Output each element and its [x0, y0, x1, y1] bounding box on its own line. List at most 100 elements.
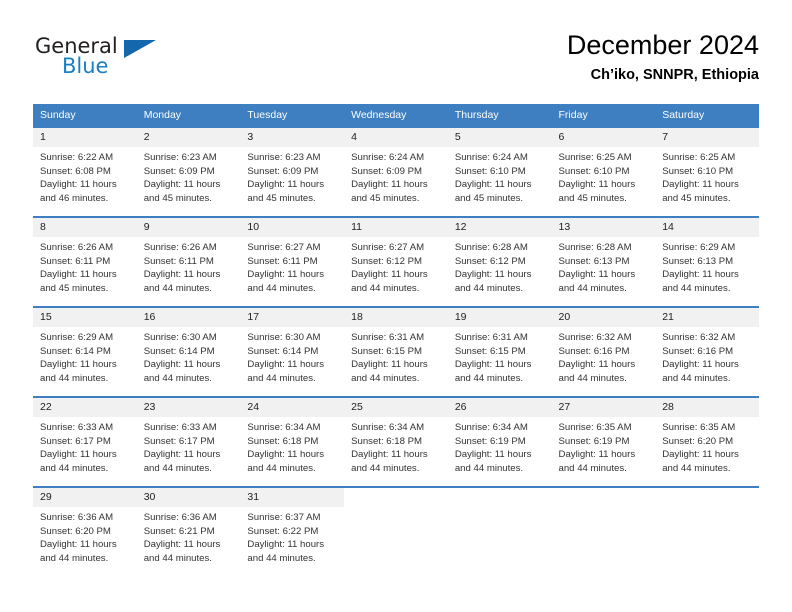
day-details: Sunrise: 6:23 AM Sunset: 6:09 PM Dayligh… — [240, 147, 344, 205]
daylight-text-line1: Daylight: 11 hours — [40, 539, 117, 551]
day-cell[interactable]: 28 Sunrise: 6:35 AM Sunset: 6:20 PM Dayl… — [655, 396, 759, 487]
day-cell[interactable]: 13 Sunrise: 6:28 AM Sunset: 6:13 PM Dayl… — [551, 216, 656, 307]
day-cell[interactable]: 22 Sunrise: 6:33 AM Sunset: 6:17 PM Dayl… — [33, 396, 137, 487]
day-details: Sunrise: 6:29 AM Sunset: 6:13 PM Dayligh… — [655, 237, 759, 295]
sunrise-text: Sunrise: 6:23 AM — [143, 152, 217, 163]
day-cell[interactable]: 1 Sunrise: 6:22 AM Sunset: 6:08 PM Dayli… — [33, 126, 137, 217]
sunset-text: Sunset: 6:11 PM — [143, 255, 214, 267]
daylight-text-line2: and 44 minutes. — [351, 372, 420, 384]
daylight-text-line2: and 45 minutes. — [40, 282, 109, 294]
sunrise-text: Sunrise: 6:34 AM — [351, 422, 425, 433]
day-details: Sunrise: 6:27 AM Sunset: 6:11 PM Dayligh… — [240, 237, 344, 295]
day-number: 2 — [136, 128, 241, 147]
sunrise-text: Sunrise: 6:33 AM — [40, 422, 114, 433]
sunset-text: Sunset: 6:09 PM — [143, 165, 215, 177]
day-cell[interactable]: 29 Sunrise: 6:36 AM Sunset: 6:20 PM Dayl… — [33, 486, 137, 576]
day-number: 26 — [447, 398, 552, 417]
daylight-text-line2: and 44 minutes. — [247, 282, 316, 294]
day-cell[interactable]: 12 Sunrise: 6:28 AM Sunset: 6:12 PM Dayl… — [447, 216, 552, 307]
day-cell[interactable]: 30 Sunrise: 6:36 AM Sunset: 6:21 PM Dayl… — [136, 486, 241, 576]
daylight-text-line2: and 44 minutes. — [143, 282, 212, 294]
day-cell[interactable]: 3 Sunrise: 6:23 AM Sunset: 6:09 PM Dayli… — [240, 126, 345, 217]
day-number: 11 — [344, 218, 448, 237]
day-cell[interactable]: 16 Sunrise: 6:30 AM Sunset: 6:14 PM Dayl… — [136, 306, 241, 397]
daylight-text-line1: Daylight: 11 hours — [454, 269, 532, 281]
day-cell[interactable]: 14 Sunrise: 6:29 AM Sunset: 6:13 PM Dayl… — [655, 216, 759, 307]
sunrise-text: Sunrise: 6:34 AM — [454, 422, 528, 433]
day-number: 25 — [344, 398, 448, 417]
day-number: 19 — [447, 308, 552, 327]
day-cell[interactable]: 10 Sunrise: 6:27 AM Sunset: 6:11 PM Dayl… — [240, 216, 345, 307]
daylight-text-line2: and 44 minutes. — [558, 462, 627, 474]
daylight-text-line1: Daylight: 11 hours — [558, 179, 636, 191]
weekday-header-row: Sunday Monday Tuesday Wednesday Thursday… — [33, 104, 759, 127]
daylight-text-line1: Daylight: 11 hours — [247, 539, 325, 551]
empty-day-cell — [655, 486, 759, 576]
day-cell[interactable]: 7 Sunrise: 6:25 AM Sunset: 6:10 PM Dayli… — [655, 126, 759, 217]
calendar-body: 1 Sunrise: 6:22 AM Sunset: 6:08 PM Dayli… — [33, 126, 759, 576]
sunset-text: Sunset: 6:20 PM — [40, 525, 111, 537]
sunrise-text: Sunrise: 6:36 AM — [143, 512, 217, 523]
sunrise-text: Sunrise: 6:36 AM — [40, 512, 114, 523]
daylight-text-line1: Daylight: 11 hours — [40, 359, 117, 371]
sunrise-text: Sunrise: 6:25 AM — [662, 152, 736, 163]
daylight-text-line1: Daylight: 11 hours — [247, 449, 325, 461]
day-cell[interactable]: 5 Sunrise: 6:24 AM Sunset: 6:10 PM Dayli… — [447, 126, 552, 217]
daylight-text-line2: and 45 minutes. — [351, 192, 420, 204]
day-cell[interactable]: 17 Sunrise: 6:30 AM Sunset: 6:14 PM Dayl… — [240, 306, 345, 397]
sunset-text: Sunset: 6:14 PM — [143, 345, 215, 357]
day-cell[interactable]: 25 Sunrise: 6:34 AM Sunset: 6:18 PM Dayl… — [344, 396, 448, 487]
daylight-text-line2: and 45 minutes. — [143, 192, 212, 204]
day-cell[interactable]: 9 Sunrise: 6:26 AM Sunset: 6:11 PM Dayli… — [136, 216, 241, 307]
sunrise-text: Sunrise: 6:27 AM — [247, 242, 321, 253]
daylight-text-line1: Daylight: 11 hours — [143, 359, 221, 371]
day-cell[interactable]: 4 Sunrise: 6:24 AM Sunset: 6:09 PM Dayli… — [344, 126, 448, 217]
sunrise-text: Sunrise: 6:32 AM — [662, 332, 736, 343]
day-details: Sunrise: 6:28 AM Sunset: 6:12 PM Dayligh… — [448, 237, 552, 295]
sunrise-text: Sunrise: 6:26 AM — [143, 242, 217, 253]
daylight-text-line1: Daylight: 11 hours — [351, 449, 428, 461]
day-cell[interactable]: 19 Sunrise: 6:31 AM Sunset: 6:15 PM Dayl… — [447, 306, 552, 397]
general-blue-logo: General Blue — [33, 34, 183, 86]
sunrise-text: Sunrise: 6:34 AM — [247, 422, 321, 433]
empty-day-cell — [447, 486, 552, 576]
day-cell[interactable]: 27 Sunrise: 6:35 AM Sunset: 6:19 PM Dayl… — [551, 396, 656, 487]
day-number: 4 — [344, 128, 448, 147]
daylight-text-line2: and 44 minutes. — [662, 372, 731, 384]
day-cell[interactable]: 2 Sunrise: 6:23 AM Sunset: 6:09 PM Dayli… — [136, 126, 241, 217]
day-number: 6 — [551, 128, 656, 147]
day-cell[interactable]: 18 Sunrise: 6:31 AM Sunset: 6:15 PM Dayl… — [344, 306, 448, 397]
day-cell[interactable]: 20 Sunrise: 6:32 AM Sunset: 6:16 PM Dayl… — [551, 306, 656, 397]
calendar-week-row: 1 Sunrise: 6:22 AM Sunset: 6:08 PM Dayli… — [33, 126, 759, 217]
day-number: 28 — [655, 398, 759, 417]
day-number: 20 — [551, 308, 656, 327]
day-details: Sunrise: 6:32 AM Sunset: 6:16 PM Dayligh… — [655, 327, 759, 385]
day-number: 15 — [33, 308, 137, 327]
daylight-text-line2: and 45 minutes. — [662, 192, 731, 204]
day-cell[interactable]: 6 Sunrise: 6:25 AM Sunset: 6:10 PM Dayli… — [551, 126, 656, 217]
day-cell[interactable]: 24 Sunrise: 6:34 AM Sunset: 6:18 PM Dayl… — [240, 396, 345, 487]
day-details: Sunrise: 6:24 AM Sunset: 6:10 PM Dayligh… — [448, 147, 552, 205]
day-details: Sunrise: 6:25 AM Sunset: 6:10 PM Dayligh… — [552, 147, 656, 205]
day-number: 29 — [33, 488, 137, 507]
daylight-text-line1: Daylight: 11 hours — [143, 269, 221, 281]
page-subtitle-location: Ch’iko, SNNPR, Ethiopia — [590, 67, 759, 83]
sunrise-text: Sunrise: 6:25 AM — [558, 152, 632, 163]
day-cell[interactable]: 11 Sunrise: 6:27 AM Sunset: 6:12 PM Dayl… — [344, 216, 448, 307]
day-details: Sunrise: 6:34 AM Sunset: 6:18 PM Dayligh… — [344, 417, 448, 475]
day-cell[interactable]: 23 Sunrise: 6:33 AM Sunset: 6:17 PM Dayl… — [136, 396, 241, 487]
day-cell[interactable]: 26 Sunrise: 6:34 AM Sunset: 6:19 PM Dayl… — [447, 396, 552, 487]
day-cell[interactable]: 21 Sunrise: 6:32 AM Sunset: 6:16 PM Dayl… — [655, 306, 759, 397]
daylight-text-line2: and 44 minutes. — [40, 372, 109, 384]
sunset-text: Sunset: 6:10 PM — [454, 165, 526, 177]
daylight-text-line1: Daylight: 11 hours — [558, 449, 636, 461]
sunrise-text: Sunrise: 6:30 AM — [143, 332, 217, 343]
day-number — [447, 488, 552, 507]
day-number: 9 — [136, 218, 241, 237]
day-details: Sunrise: 6:35 AM Sunset: 6:20 PM Dayligh… — [655, 417, 759, 475]
weekday-header-wednesday: Wednesday — [344, 104, 448, 127]
sunset-text: Sunset: 6:21 PM — [143, 525, 215, 537]
day-cell[interactable]: 15 Sunrise: 6:29 AM Sunset: 6:14 PM Dayl… — [33, 306, 137, 397]
day-cell[interactable]: 31 Sunrise: 6:37 AM Sunset: 6:22 PM Dayl… — [240, 486, 345, 576]
day-cell[interactable]: 8 Sunrise: 6:26 AM Sunset: 6:11 PM Dayli… — [33, 216, 137, 307]
